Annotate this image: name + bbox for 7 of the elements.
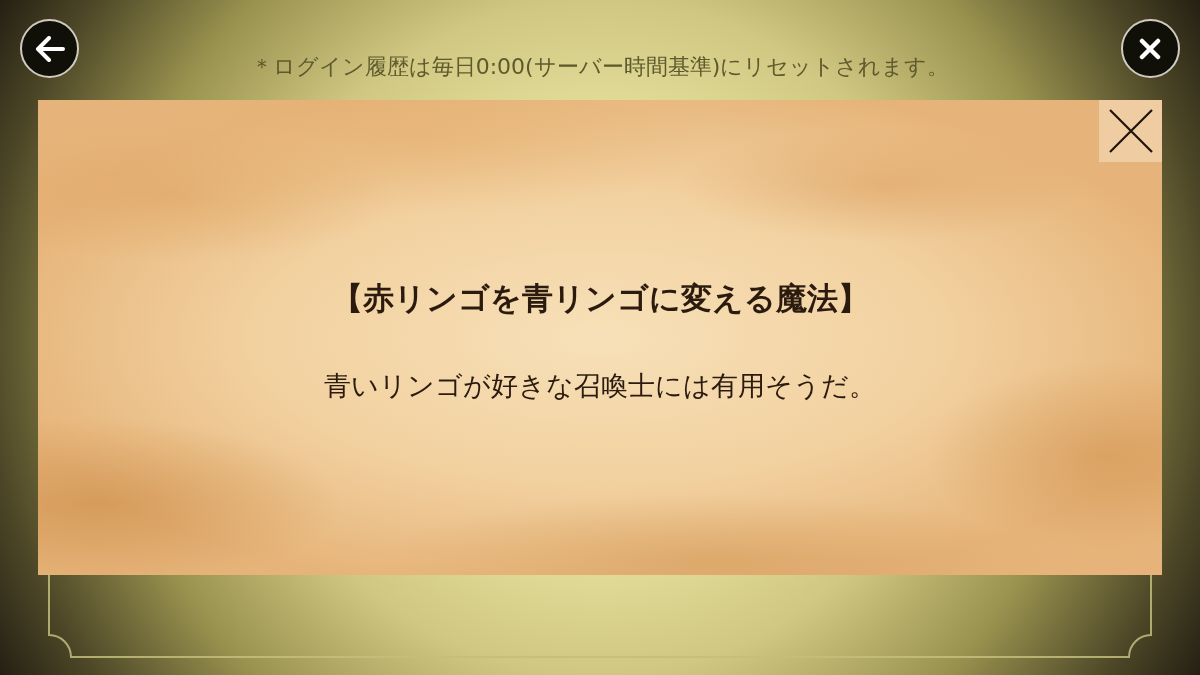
- dialog-title: 【赤リンゴを青リンゴに変える魔法】: [331, 279, 869, 318]
- dialog-close-button[interactable]: [1099, 100, 1162, 162]
- close-icon: [1108, 109, 1153, 153]
- dialog-description: 青いリンゴが好きな召喚士には有用そうだ。: [324, 369, 876, 403]
- close-icon: [1139, 37, 1162, 60]
- arrow-left-icon: [34, 35, 65, 62]
- notice-text: ＊ログイン履歴は毎日0:00(サーバー時間基準)にリセットされます。: [250, 53, 950, 80]
